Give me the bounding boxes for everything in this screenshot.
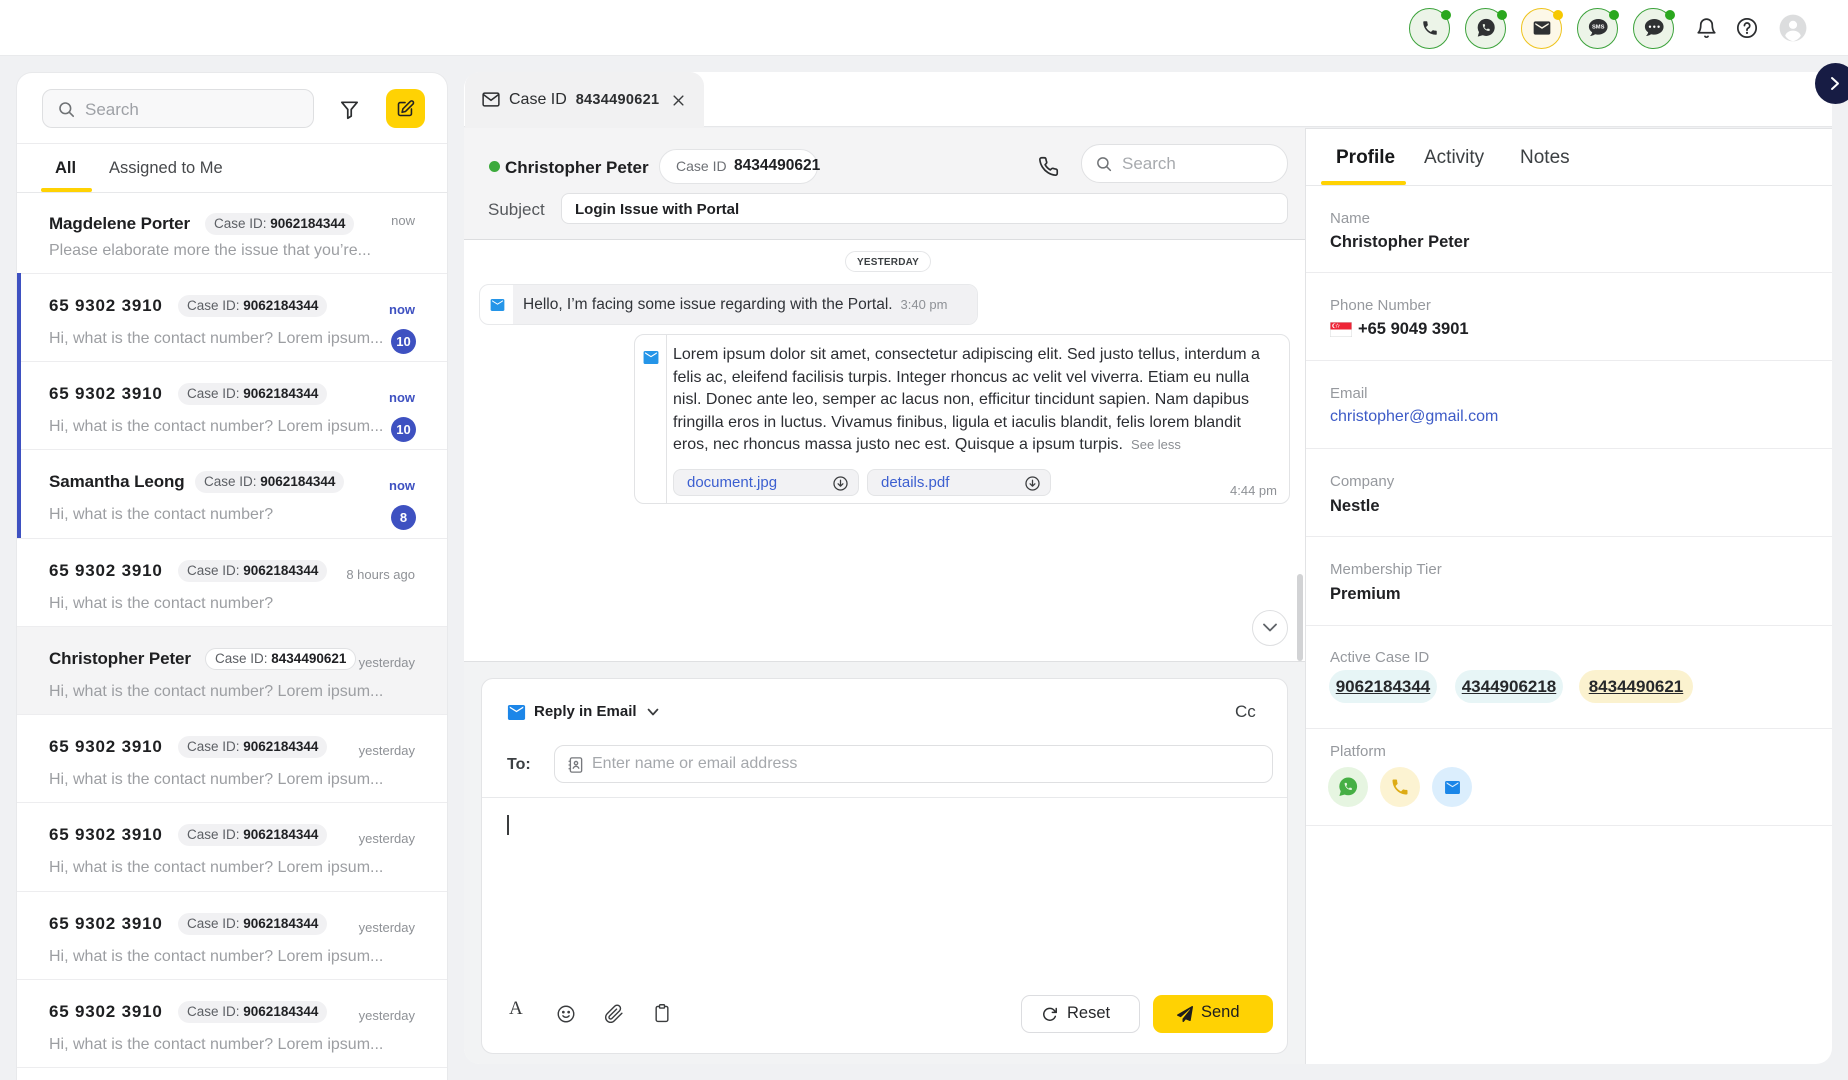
svg-text:SMS: SMS [1591,25,1604,31]
